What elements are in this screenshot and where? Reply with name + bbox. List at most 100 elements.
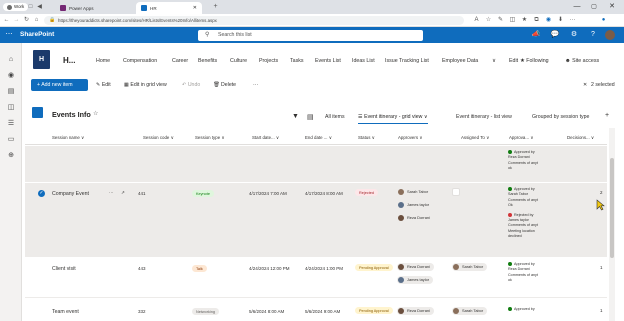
nav-more-chevron-icon[interactable]: ∨ bbox=[492, 58, 496, 64]
create-icon[interactable]: ⊕ bbox=[6, 151, 16, 161]
home-icon[interactable]: ⌂ bbox=[33, 17, 40, 24]
help-icon[interactable]: ? bbox=[588, 30, 598, 40]
back-tab-icon[interactable]: ◀ bbox=[36, 4, 43, 11]
nav-home[interactable]: Home bbox=[96, 58, 110, 64]
forward-icon[interactable]: → bbox=[13, 17, 20, 24]
chat-icon[interactable]: 💬 bbox=[550, 30, 560, 40]
session-name[interactable]: Company Event bbox=[52, 191, 89, 197]
tab-hr[interactable]: HR ✕ bbox=[136, 2, 202, 14]
col-approval[interactable]: Approva... ∨ bbox=[509, 135, 533, 141]
downloads-icon[interactable]: ⬇ bbox=[557, 17, 564, 24]
nav-career[interactable]: Career bbox=[172, 58, 188, 64]
home-icon[interactable]: ⌂ bbox=[6, 55, 16, 65]
more-commands-button[interactable]: ··· bbox=[253, 82, 258, 88]
files-icon[interactable]: ◫ bbox=[6, 103, 16, 113]
maximize-icon[interactable]: ▢ bbox=[589, 2, 599, 12]
list-title[interactable]: Events Info bbox=[52, 110, 91, 119]
lists-icon[interactable]: ☰ bbox=[6, 119, 16, 129]
col-start-date[interactable]: Start date... ∨ bbox=[252, 135, 279, 141]
col-label: Session name bbox=[52, 135, 80, 140]
approved-status-icon bbox=[508, 187, 512, 192]
favorite-star-icon[interactable]: ☆ bbox=[93, 110, 98, 117]
minimize-icon[interactable]: — bbox=[572, 2, 582, 12]
megaphone-icon[interactable]: 📣 bbox=[531, 30, 541, 40]
settings-gear-icon[interactable]: ⚙ bbox=[569, 30, 579, 40]
app-launcher-icon[interactable]: ⋯ bbox=[4, 30, 14, 40]
edit-grid-view-button[interactable]: ▦ Edit in grid view bbox=[124, 82, 167, 88]
search-input[interactable]: ⚲ Search this list bbox=[198, 29, 423, 41]
following-button[interactable]: ★ Following bbox=[520, 58, 549, 64]
col-session-type[interactable]: Session type ∨ bbox=[195, 135, 225, 141]
add-new-item-button[interactable]: + Add new item bbox=[31, 79, 88, 91]
favorites-icon[interactable]: ★ bbox=[521, 17, 528, 24]
col-session-code[interactable]: Session code ∨ bbox=[143, 135, 174, 141]
address-bar-row: ← → ↻ ⌂ 🔒 https://theyouraddicts.sharepo… bbox=[0, 14, 624, 27]
scrollbar-thumb[interactable] bbox=[610, 158, 614, 258]
site-logo[interactable]: H bbox=[33, 50, 50, 69]
nav-events-list[interactable]: Events List bbox=[315, 58, 341, 64]
extension-icon[interactable]: ✎ bbox=[497, 17, 504, 24]
nav-ideas-list[interactable]: Ideas List bbox=[352, 58, 375, 64]
close-window-icon[interactable]: ✕ bbox=[607, 2, 617, 12]
app-name[interactable]: SharePoint bbox=[20, 31, 54, 38]
session-name[interactable]: Client visit bbox=[52, 266, 76, 272]
view-grouped-by-session-type[interactable]: Grouped by session type bbox=[532, 114, 589, 120]
row-checkbox-checked[interactable]: ✓ bbox=[38, 190, 45, 197]
tab-power-apps[interactable]: Power Apps bbox=[55, 2, 115, 14]
site-access-button[interactable]: ☻ Site access bbox=[565, 58, 599, 64]
add-view-button[interactable]: + bbox=[605, 112, 609, 119]
delete-button[interactable]: 🗑 Delete bbox=[213, 82, 236, 88]
session-code: 441 bbox=[138, 191, 146, 196]
profile-button[interactable]: Work bbox=[3, 3, 29, 11]
nav-tasks[interactable]: Tasks bbox=[290, 58, 304, 64]
user-avatar[interactable] bbox=[605, 30, 615, 40]
approval-line: Comments of anyt bbox=[508, 160, 538, 165]
browser-menu-icon[interactable]: ··· bbox=[569, 17, 576, 24]
view-all-items[interactable]: All items bbox=[325, 114, 345, 120]
undo-button[interactable]: ↶ Undo bbox=[182, 82, 200, 88]
close-tab-icon[interactable]: ✕ bbox=[193, 5, 197, 11]
refresh-icon[interactable]: ↻ bbox=[23, 17, 30, 24]
edit-button[interactable]: ✎ Edit bbox=[96, 82, 111, 88]
view-event-itinerary-list[interactable]: Event itinerary - list view bbox=[456, 114, 512, 120]
split-screen-icon[interactable]: ◫ bbox=[509, 17, 516, 24]
globe-icon[interactable]: ◉ bbox=[6, 71, 16, 81]
assigned-to-placeholder[interactable] bbox=[452, 188, 460, 196]
collections-icon[interactable]: ⧉ bbox=[533, 17, 540, 24]
form-icon[interactable]: ▤ bbox=[307, 113, 314, 121]
filter-icon[interactable]: ▼ bbox=[292, 113, 299, 120]
edge-icon[interactable]: ● bbox=[600, 17, 607, 24]
session-name[interactable]: Team event bbox=[52, 309, 79, 315]
clear-selection-icon[interactable]: ✕ bbox=[583, 82, 587, 88]
nav-issue-tracking-list[interactable]: Issue Tracking List bbox=[385, 58, 429, 64]
nav-projects[interactable]: Projects bbox=[259, 58, 278, 64]
col-decisions[interactable]: Decisions... ∨ bbox=[567, 135, 594, 141]
table-row[interactable]: Approved by Reza Dorrani Comments of any… bbox=[25, 146, 607, 182]
col-session-name[interactable]: Session name ∨ bbox=[52, 135, 84, 141]
nav-edit[interactable]: Edit bbox=[509, 58, 518, 64]
nav-employee-data[interactable]: Employee Data bbox=[442, 58, 478, 64]
pages-icon[interactable]: ▭ bbox=[6, 135, 16, 145]
table-row[interactable]: Client visit 443 Talk 4/24/2024 12:00 PM… bbox=[25, 258, 607, 298]
copilot-icon[interactable]: ◉ bbox=[545, 17, 552, 24]
url-input[interactable]: 🔒 https://theyouraddicts.sharepoint.com/… bbox=[44, 16, 464, 25]
site-name[interactable]: H... bbox=[63, 56, 75, 65]
table-row[interactable]: ✓ Company Event ··· ↗ 441 Keynote 4/17/2… bbox=[25, 183, 607, 257]
news-icon[interactable]: ▤ bbox=[6, 87, 16, 97]
new-tab-button[interactable]: + bbox=[212, 3, 219, 10]
col-status[interactable]: Status ∨ bbox=[358, 135, 375, 141]
tab-actions-icon[interactable]: □ bbox=[27, 4, 34, 11]
read-aloud-icon[interactable]: A bbox=[473, 17, 480, 24]
nav-culture[interactable]: Culture bbox=[230, 58, 247, 64]
row-more-icon[interactable]: ··· bbox=[109, 190, 114, 195]
share-icon[interactable]: ↗ bbox=[121, 190, 125, 196]
view-event-itinerary-grid[interactable]: ☰ Event itinerary - grid view ∨ bbox=[358, 114, 428, 124]
back-icon[interactable]: ← bbox=[3, 17, 10, 24]
nav-compensation[interactable]: Compensation bbox=[123, 58, 157, 64]
col-approvers[interactable]: Approvers ∨ bbox=[398, 135, 422, 141]
nav-benefits[interactable]: Benefits bbox=[198, 58, 217, 64]
table-row[interactable]: Team event 332 Networking 5/6/2024 8:00 … bbox=[25, 299, 607, 321]
col-end-date[interactable]: End date ... ∨ bbox=[305, 135, 332, 141]
col-assigned-to[interactable]: Assigned To ∨ bbox=[461, 135, 489, 141]
favorite-star-icon[interactable]: ☆ bbox=[485, 17, 492, 24]
